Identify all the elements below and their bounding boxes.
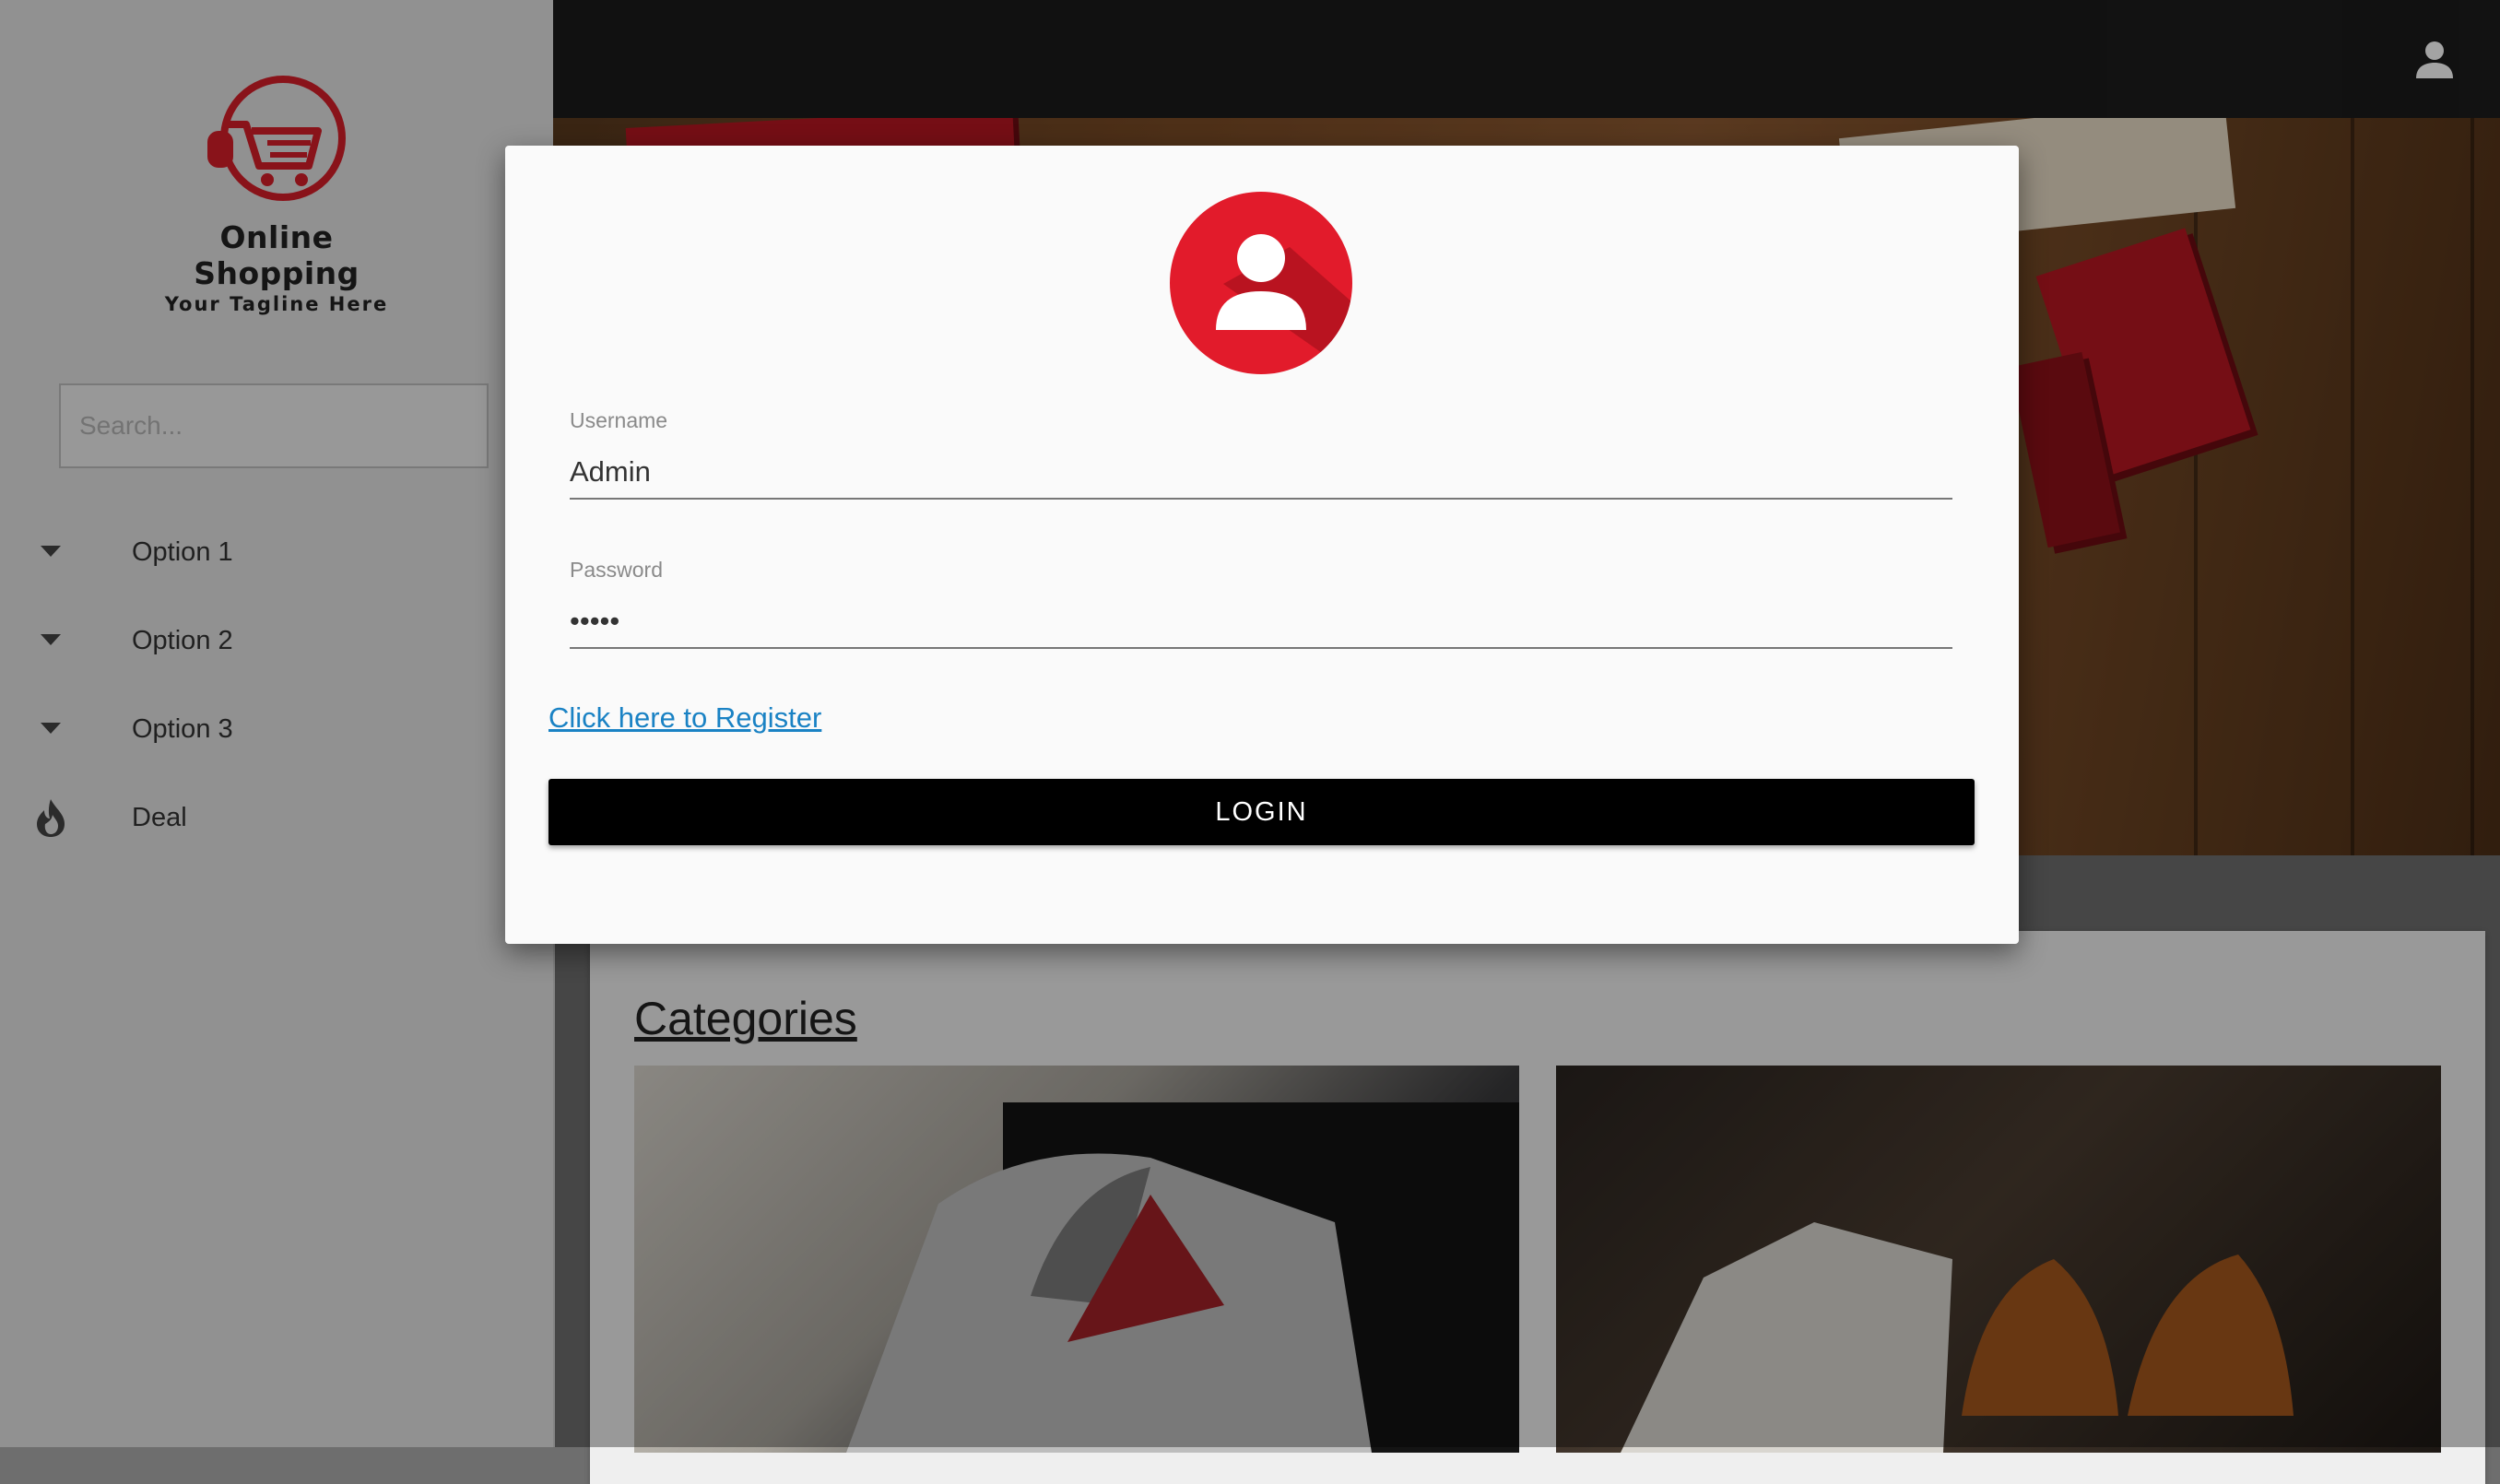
login-modal: Username Password Click here to Register… — [505, 146, 2019, 944]
username-label: Username — [570, 408, 668, 432]
login-button[interactable]: LOGIN — [548, 779, 1975, 845]
register-link[interactable]: Click here to Register — [548, 701, 821, 735]
password-label: Password — [570, 558, 663, 582]
user-avatar-icon — [1170, 192, 1352, 374]
password-field[interactable] — [570, 595, 1952, 649]
username-field[interactable] — [570, 446, 1952, 500]
